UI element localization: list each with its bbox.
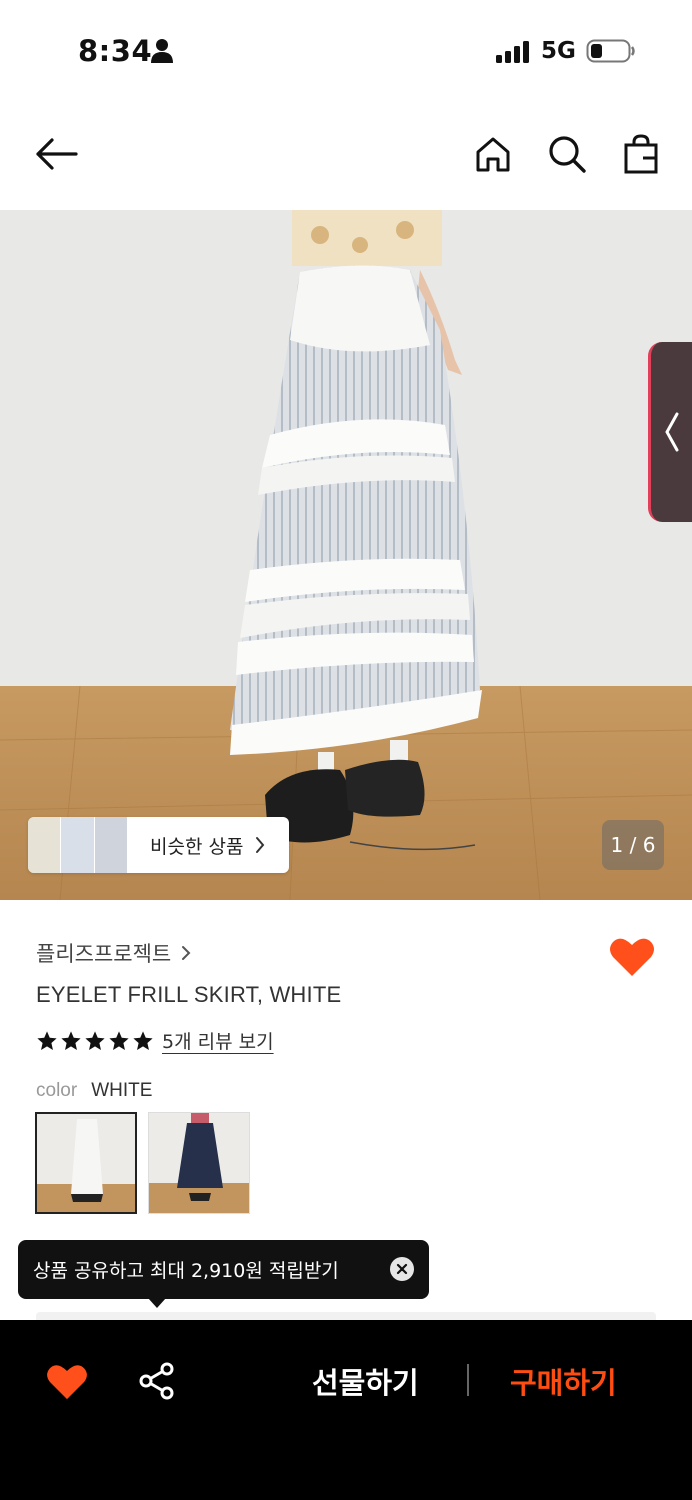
content-divider (36, 1312, 656, 1320)
search-icon (549, 136, 586, 173)
color-row: color WHITE (36, 1080, 152, 1102)
star-icon (37, 1030, 57, 1050)
shopping-bag-icon (624, 134, 658, 174)
rating-row: 5개 리뷰 보기 (36, 1027, 274, 1054)
similar-products-thumbnails (28, 817, 128, 873)
tooltip-close-button[interactable] (390, 1257, 414, 1281)
product-image-gallery[interactable]: 비슷한 상품 1 / 6 (0, 210, 692, 900)
swatch-navy-image (149, 1113, 249, 1213)
nav-bar (0, 100, 692, 210)
share-icon[interactable] (138, 1362, 176, 1400)
swatch-white-image (37, 1114, 135, 1212)
bottom-action-bar: 선물하기 구매하기 (0, 1320, 692, 1500)
share-reward-tooltip: 상품 공유하고 최대 2,910원 적립받기 (18, 1240, 429, 1308)
network-label: 5G (541, 38, 576, 64)
chevron-right-icon (182, 946, 191, 960)
chevron-left-icon (664, 412, 678, 452)
status-bar: 8:34 5G (0, 0, 692, 100)
battery-icon (586, 39, 635, 63)
tooltip-text: 상품 공유하고 최대 2,910원 적립받기 (33, 1260, 339, 1282)
review-link[interactable]: 5개 리뷰 보기 (162, 1027, 274, 1054)
wishlist-heart-icon[interactable] (609, 935, 655, 977)
brand-link[interactable]: 플리즈프로젝트 (36, 938, 191, 968)
shopping-bag-button[interactable] (617, 130, 665, 178)
search-button[interactable] (543, 130, 591, 178)
close-icon (396, 1263, 408, 1275)
home-icon (476, 137, 510, 172)
person-icon (151, 39, 173, 63)
bottom-bar-separator (467, 1364, 469, 1396)
product-title: EYELET FRILL SKIRT, WHITE (36, 982, 342, 1007)
home-button[interactable] (469, 130, 517, 178)
rating-stars (36, 1030, 154, 1052)
color-value: WHITE (91, 1080, 153, 1101)
buy-button[interactable]: 구매하기 (510, 1360, 617, 1402)
color-swatch-white[interactable] (35, 1112, 137, 1214)
chevron-right-icon (256, 837, 265, 853)
gift-button[interactable]: 선물하기 (312, 1360, 419, 1402)
color-label: color (36, 1080, 78, 1101)
similar-products-button[interactable]: 비슷한 상품 (28, 817, 290, 873)
side-panel-tab[interactable] (648, 342, 692, 522)
star-icon (85, 1030, 105, 1050)
status-time: 8:34 (78, 34, 153, 68)
image-page-indicator: 1 / 6 (602, 820, 664, 870)
back-button[interactable] (32, 130, 80, 178)
brand-name: 플리즈프로젝트 (36, 942, 172, 966)
star-icon (133, 1030, 153, 1050)
wishlist-heart-icon[interactable] (46, 1362, 88, 1400)
color-swatch-navy[interactable] (148, 1112, 250, 1214)
signal-icon (496, 41, 529, 63)
product-photo (0, 210, 692, 900)
similar-products-label: 비슷한 상품 (150, 835, 244, 858)
back-arrow-icon (36, 138, 78, 170)
star-icon (61, 1030, 81, 1050)
star-icon (109, 1030, 129, 1050)
